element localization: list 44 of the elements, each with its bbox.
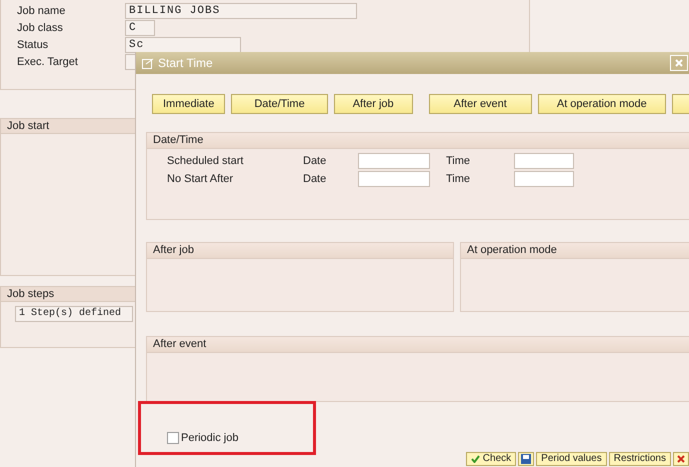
close-button[interactable]: [670, 55, 688, 71]
window-icon: [142, 58, 154, 68]
section-header: Job steps: [0, 286, 138, 302]
field-label: Date: [303, 173, 328, 185]
footer-button[interactable]: Period values: [536, 452, 607, 466]
text-field[interactable]: C: [125, 20, 155, 36]
row-label: No Start After: [167, 173, 234, 185]
save-button[interactable]: [518, 452, 534, 466]
steps-field: 1 Step(s) defined: [15, 306, 133, 322]
footer-button[interactable]: Restrictions: [608, 452, 671, 466]
group-title: After event: [147, 337, 689, 353]
option-button[interactable]: [672, 94, 689, 114]
option-button[interactable]: Immediate: [152, 94, 226, 114]
option-button[interactable]: At operation mode: [538, 94, 666, 114]
group-title: Date/Time: [147, 133, 689, 149]
date-field[interactable]: [358, 171, 430, 187]
save-icon: [521, 454, 532, 464]
check-button[interactable]: Check: [466, 452, 516, 466]
field-label: Exec. Target: [17, 56, 79, 68]
option-button[interactable]: Date/Time: [231, 94, 328, 114]
group-title: After job: [147, 243, 453, 259]
field-label: Job name: [17, 4, 66, 16]
cancel-button[interactable]: [673, 452, 689, 466]
field-label: Date: [303, 155, 328, 167]
checkbox-label: Periodic job: [181, 432, 238, 444]
section-header: Job start: [0, 118, 138, 134]
close-icon: [677, 455, 685, 463]
text-field[interactable]: Sc: [125, 36, 241, 52]
field-label: Time: [446, 173, 472, 185]
field-label: Time: [446, 155, 472, 167]
date-field[interactable]: [358, 153, 430, 169]
text-field[interactable]: BILLING JOBS: [125, 2, 357, 18]
time-field[interactable]: [514, 153, 574, 169]
option-button[interactable]: After event: [428, 94, 532, 114]
field-label: Job class: [17, 22, 64, 34]
checkbox[interactable]: [167, 432, 179, 444]
window-title: Start Time: [158, 56, 213, 70]
field-label: Status: [17, 38, 50, 50]
check-icon: [470, 455, 480, 463]
group-title: At operation mode: [461, 243, 689, 259]
close-icon: [675, 59, 683, 67]
row-label: Scheduled start: [167, 155, 244, 167]
time-field[interactable]: [514, 171, 574, 187]
option-button[interactable]: After job: [334, 94, 413, 114]
